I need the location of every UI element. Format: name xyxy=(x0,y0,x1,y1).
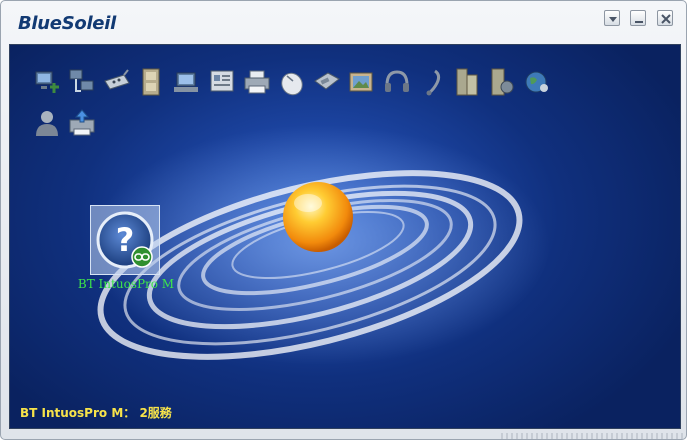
service-object-exchange[interactable] xyxy=(487,67,517,97)
basic-imaging-icon xyxy=(69,109,95,136)
dial-up-networking-icon xyxy=(174,72,198,92)
app-logo: BlueSoleil xyxy=(18,13,116,34)
bluesoleil-window: BlueSoleil ? BT IntuosPro M BT IntuosPro… xyxy=(0,0,687,440)
headset-icon xyxy=(426,69,441,96)
file-transfer-icon xyxy=(142,68,160,96)
service-object-push[interactable] xyxy=(452,67,482,97)
title-bar[interactable]: BlueSoleil xyxy=(1,1,686,41)
device-bt-intuospro-m[interactable]: ? xyxy=(90,205,160,275)
service-mouse-hid[interactable] xyxy=(277,67,307,97)
close-button[interactable] xyxy=(657,10,673,26)
printer-icon xyxy=(244,70,270,94)
sun-orb xyxy=(283,182,353,252)
mouse-hid-icon xyxy=(281,72,303,96)
main-panel[interactable]: ? BT IntuosPro M BT IntuosPro M： 2服務 xyxy=(9,44,681,429)
minimize-icon xyxy=(635,21,643,23)
personal-area-icon xyxy=(36,111,58,136)
pim-sync-icon xyxy=(210,70,234,92)
status-text: BT IntuosPro M： 2服務 xyxy=(20,406,172,420)
service-dial-up-networking[interactable] xyxy=(172,67,202,97)
close-icon xyxy=(661,14,671,24)
object-exchange-icon xyxy=(491,68,514,96)
service-image-transfer[interactable] xyxy=(347,67,377,97)
resize-grip[interactable] xyxy=(501,433,684,439)
service-headset[interactable] xyxy=(417,67,447,97)
service-pim-sync[interactable] xyxy=(207,67,237,97)
headphones-icon xyxy=(385,70,409,92)
service-personal-area[interactable] xyxy=(32,108,62,138)
service-lan-access[interactable] xyxy=(67,67,97,97)
menu-button[interactable] xyxy=(604,10,620,26)
service-fax[interactable] xyxy=(312,67,342,97)
svg-text:?: ? xyxy=(116,221,135,259)
service-printer[interactable] xyxy=(242,67,272,97)
menu-arrow-icon xyxy=(609,17,617,22)
globe-network-icon xyxy=(525,71,548,93)
service-serial-port[interactable] xyxy=(102,67,132,97)
service-toolbar xyxy=(10,45,680,155)
serial-port-icon xyxy=(104,69,130,90)
app-name: BlueSoleil xyxy=(18,13,116,34)
network-icon xyxy=(35,71,59,93)
service-headphones[interactable] xyxy=(382,67,412,97)
fax-icon xyxy=(314,72,340,90)
device-label[interactable]: BT IntuosPro M xyxy=(76,277,176,291)
service-globe-network[interactable] xyxy=(522,67,552,97)
paired-link-icon xyxy=(131,246,153,268)
object-push-icon xyxy=(456,68,478,96)
service-network[interactable] xyxy=(32,67,62,97)
service-basic-imaging[interactable] xyxy=(67,108,97,138)
minimize-button[interactable] xyxy=(630,10,646,26)
image-transfer-icon xyxy=(349,72,373,92)
service-file-transfer[interactable] xyxy=(137,67,167,97)
lan-access-icon xyxy=(69,69,94,92)
unknown-device-question-icon: ? xyxy=(96,211,154,269)
